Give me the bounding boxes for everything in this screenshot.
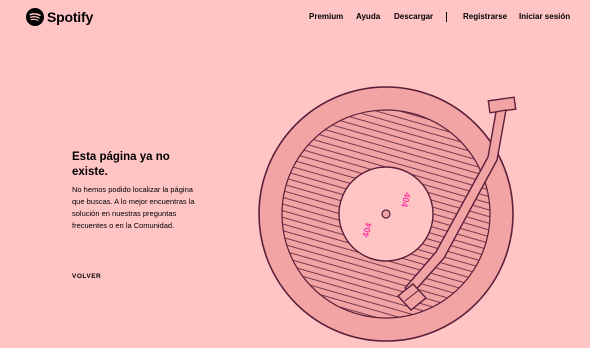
spindle-hole <box>381 209 391 219</box>
error-page: Spotify Premium Ayuda Descargar Registra… <box>0 0 590 348</box>
vinyl-record-illustration: 404 404 <box>258 86 517 342</box>
